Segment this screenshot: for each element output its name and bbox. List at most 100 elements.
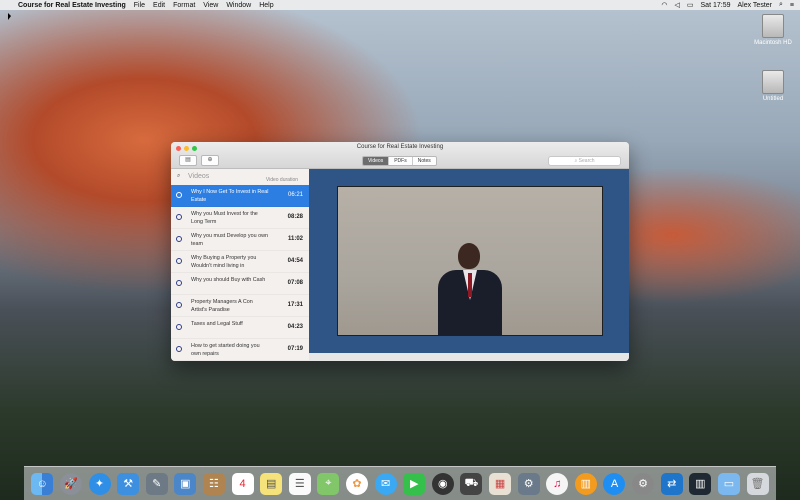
volume-icon[interactable]: ◁ — [675, 1, 680, 9]
maps-icon[interactable]: ⌖ — [317, 472, 340, 495]
teamviewer-icon[interactable]: ⇄ — [660, 472, 683, 495]
disk-macintosh-hd[interactable]: Macintosh HD — [753, 14, 793, 46]
status-area: ◠ ◁ ▭ Sat 17:59 Alex Tester ⌕ ≡ — [661, 1, 800, 9]
tab-notes[interactable]: Notes — [412, 157, 436, 165]
play-icon — [176, 324, 182, 330]
trash-icon[interactable]: 🗑 — [746, 472, 769, 495]
video-item[interactable]: Why you should Buy with Cash 07:08 — [171, 273, 309, 295]
video-item[interactable]: Why I Now Get To Invest in Real Estate 0… — [171, 185, 309, 207]
video-duration: 06:21 — [287, 192, 303, 198]
play-icon — [176, 346, 182, 352]
mouse-pointer — [8, 13, 11, 20]
app-menu[interactable]: Course for Real Estate Investing — [18, 2, 126, 9]
hard-drive-icon — [762, 14, 784, 38]
presenter-head — [458, 243, 480, 269]
clock[interactable]: Sat 17:59 — [701, 2, 731, 9]
presenter-tie — [468, 273, 472, 297]
system-preferences-icon[interactable]: ⚙ — [632, 472, 655, 495]
dock: ☺ 🚀 ✦ ⚒ ✎ ▣ ☷ 4 ▤ ☰ ⌖ ✿ ✉ ▶ ◉ ⛟ ▦ ⚙ ♫ ▥ … — [24, 466, 776, 500]
folder-icon[interactable]: ▭ — [717, 472, 740, 495]
play-icon — [176, 280, 182, 286]
utilities-icon[interactable]: ✎ — [145, 472, 168, 495]
notification-center-icon[interactable]: ≡ — [790, 2, 794, 9]
video-title: Why you Must Invest for the Long Term — [191, 211, 258, 225]
disk-untitled[interactable]: Untitled — [753, 70, 793, 102]
video-item[interactable]: Taxes and Legal Stuff 04:23 — [171, 317, 309, 339]
search-input[interactable]: ⌕ Search — [548, 156, 621, 166]
download-button[interactable]: ⊕ — [201, 155, 219, 166]
video-player[interactable] — [309, 169, 629, 353]
building-icon[interactable]: ▥ — [689, 472, 712, 495]
menu-help[interactable]: Help — [259, 2, 273, 9]
contacts-icon[interactable]: ☷ — [202, 472, 225, 495]
content-tabs: Videos PDFs Notes — [362, 156, 437, 166]
video-frame[interactable] — [337, 186, 603, 336]
video-item[interactable]: Property Managers A Con Artist's Paradis… — [171, 295, 309, 317]
sidebar-icon: ▤ — [185, 157, 191, 163]
notes-icon[interactable]: ▤ — [260, 472, 283, 495]
xcode-icon[interactable]: ⚒ — [117, 472, 140, 495]
search-icon[interactable]: ⌕ — [177, 173, 180, 180]
video-sidebar: ⌕ Videos Video duration Why I Now Get To… — [171, 169, 309, 361]
spotlight-icon[interactable]: ⌕ — [779, 1, 783, 9]
video-title: Taxes and Legal Stuff — [191, 321, 243, 327]
sidebar-title: Videos — [188, 173, 210, 180]
photos-icon[interactable]: ✿ — [346, 472, 368, 495]
video-duration: 04:54 — [287, 258, 303, 264]
tab-pdfs[interactable]: PDFs — [389, 157, 413, 165]
download-icon: ⊕ — [207, 157, 213, 163]
video-title: How to get started doing you own repairs — [191, 343, 260, 357]
video-title: Why you should Buy with Cash — [191, 277, 266, 283]
video-duration: 11:02 — [287, 236, 303, 242]
reminders-icon[interactable]: ☰ — [288, 472, 311, 495]
activity-icon[interactable]: ◉ — [431, 472, 454, 495]
video-duration: 17:31 — [287, 302, 303, 308]
menu-edit[interactable]: Edit — [153, 2, 165, 9]
menu-bar: Course for Real Estate Investing File Ed… — [0, 0, 800, 10]
finder-icon[interactable]: ☺ — [31, 472, 54, 495]
launchpad-icon[interactable]: 🚀 — [59, 472, 82, 495]
messages-icon[interactable]: ✉ — [374, 472, 397, 495]
menu-view[interactable]: View — [203, 2, 218, 9]
player-footer — [309, 353, 629, 361]
menu-format[interactable]: Format — [173, 2, 195, 9]
safari-icon[interactable]: ✦ — [88, 472, 111, 495]
ibooks-icon[interactable]: ▥ — [574, 472, 597, 495]
menu-file[interactable]: File — [134, 2, 145, 9]
preview-icon[interactable]: ▣ — [174, 472, 197, 495]
instruments-icon[interactable]: ⚙ — [517, 472, 540, 495]
image-viewer-icon[interactable]: ▦ — [489, 472, 512, 495]
play-icon — [176, 236, 182, 242]
menu-window[interactable]: Window — [226, 2, 251, 9]
tab-videos[interactable]: Videos — [363, 157, 390, 165]
car-icon[interactable]: ⛟ — [460, 472, 483, 495]
video-duration: 07:08 — [287, 280, 303, 286]
user-name[interactable]: Alex Tester — [737, 2, 772, 9]
play-icon — [176, 214, 182, 220]
calendar-icon[interactable]: 4 — [231, 472, 254, 495]
video-item[interactable]: How to get started doing you own repairs… — [171, 339, 309, 361]
duration-header: Video duration — [265, 177, 298, 183]
video-duration: 08:28 — [287, 214, 303, 220]
video-duration: 04:23 — [287, 324, 303, 330]
search-icon: ⌕ — [574, 158, 578, 164]
video-title: Why I Now Get To Invest in Real Estate — [191, 189, 269, 203]
video-item[interactable]: Why you must Develop you own team 11:02 — [171, 229, 309, 251]
video-duration: 07:19 — [287, 346, 303, 352]
itunes-icon[interactable]: ♫ — [546, 472, 569, 495]
facetime-icon[interactable]: ▶ — [403, 472, 426, 495]
play-icon — [176, 258, 182, 264]
video-title: Why Buying a Property you Wouldn't mind … — [191, 255, 257, 269]
play-icon — [176, 192, 182, 198]
app-store-icon[interactable]: A — [603, 472, 626, 495]
sidebar-toggle-button[interactable]: ▤ — [179, 155, 197, 166]
app-window: Course for Real Estate Investing ▤ ⊕ Vid… — [171, 142, 629, 361]
hard-drive-icon — [762, 70, 784, 94]
video-item[interactable]: Why you Must Invest for the Long Term 08… — [171, 207, 309, 229]
window-titlebar[interactable]: Course for Real Estate Investing ▤ ⊕ Vid… — [171, 142, 629, 169]
wifi-icon[interactable]: ◠ — [661, 1, 667, 9]
window-title: Course for Real Estate Investing — [356, 144, 444, 150]
battery-icon[interactable]: ▭ — [687, 1, 694, 9]
video-item[interactable]: Why Buying a Property you Wouldn't mind … — [171, 251, 309, 273]
video-title: Property Managers A Con Artist's Paradis… — [191, 299, 253, 313]
